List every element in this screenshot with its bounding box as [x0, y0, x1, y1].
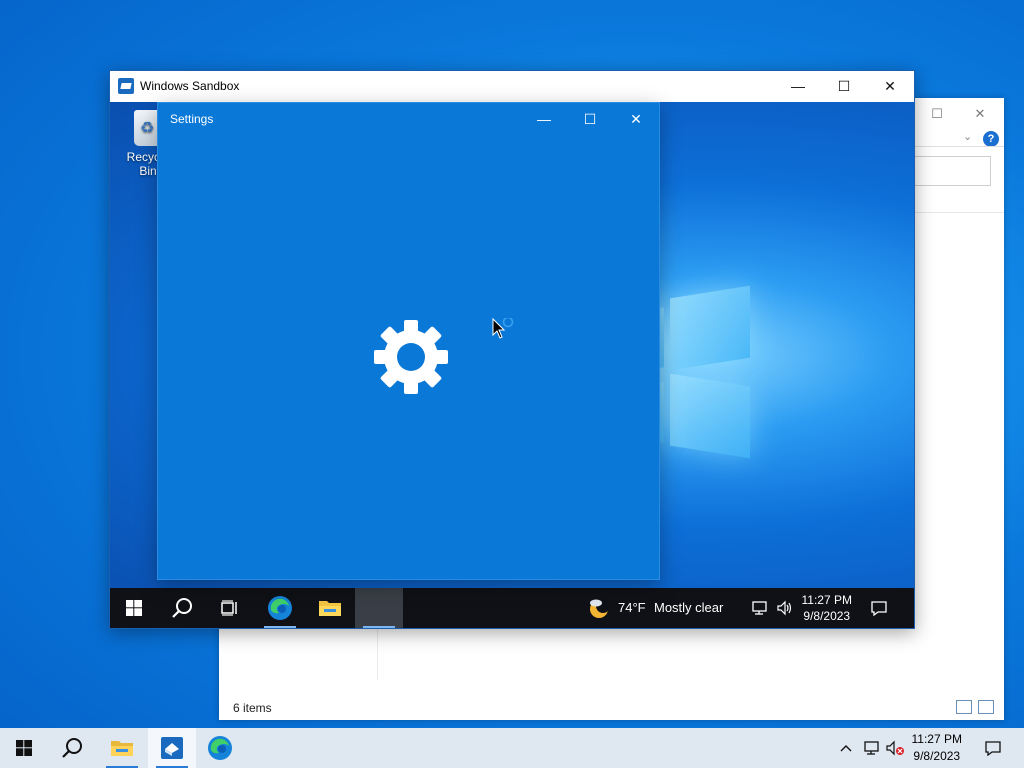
clock-time: 11:27 PM [911, 732, 962, 746]
settings-window: Settings — ☐ ✕ [157, 102, 660, 580]
help-icon[interactable]: ? [983, 131, 999, 147]
sandbox-icon [161, 737, 183, 759]
windows-logo-pane [670, 373, 750, 459]
busy-cursor-icon [492, 318, 514, 339]
search-icon [62, 738, 82, 758]
clock-date: 9/8/2023 [913, 749, 961, 763]
file-explorer-taskbar-button[interactable] [306, 588, 354, 628]
chevron-down-icon[interactable]: ⌄ [963, 130, 972, 143]
weather-condition[interactable]: Mostly clear [654, 600, 723, 615]
folder-icon [319, 601, 341, 616]
edge-taskbar-button[interactable] [196, 728, 244, 768]
windows-logo-pane [670, 285, 750, 371]
search-button[interactable] [158, 588, 206, 628]
edge-icon [208, 736, 232, 760]
network-monitor-icon [864, 741, 879, 755]
close-icon[interactable]: ✕ [962, 102, 998, 126]
details-view-icon[interactable] [956, 700, 972, 714]
weather-temperature[interactable]: 74°F [618, 600, 646, 615]
host-clock[interactable]: 11:27 PM 9/8/2023 [912, 731, 962, 765]
search-button[interactable] [48, 728, 96, 768]
status-bar-item-count: 6 items [233, 701, 272, 715]
network-icon[interactable] [858, 728, 884, 768]
sandbox-titlebar[interactable]: Windows Sandbox — ☐ ✕ [110, 71, 914, 102]
host-taskbar: 11:27 PM 9/8/2023 [0, 728, 1024, 768]
edge-icon [268, 596, 292, 620]
view-toggle [956, 700, 994, 714]
task-view-icon [221, 600, 237, 616]
start-button[interactable] [110, 588, 158, 628]
close-button[interactable]: ✕ [613, 103, 659, 135]
edge-taskbar-button[interactable] [256, 588, 304, 628]
minimize-button[interactable]: — [775, 71, 821, 102]
volume-muted-icon[interactable] [882, 728, 908, 768]
windows-logo-icon [16, 740, 32, 756]
show-hidden-icons-button[interactable] [834, 728, 858, 768]
clock-time: 11:27 PM [801, 593, 852, 607]
notification-icon [985, 741, 1001, 756]
network-icon[interactable] [746, 588, 772, 628]
speaker-muted-icon [886, 740, 904, 756]
speaker-icon [777, 600, 792, 616]
volume-icon[interactable] [772, 588, 798, 628]
search-input[interactable] [905, 156, 991, 186]
weather-widget-icon[interactable] [584, 588, 614, 628]
windows-logo-icon [126, 600, 142, 616]
sandbox-icon [118, 78, 134, 94]
windows-sandbox-taskbar-button[interactable] [148, 728, 196, 768]
folder-icon [111, 741, 133, 756]
sandbox-clock[interactable]: 11:27 PM 9/8/2023 [802, 592, 852, 624]
maximize-button[interactable]: ☐ [567, 103, 613, 135]
gear-icon [374, 320, 448, 394]
sandbox-taskbar: 74°F Mostly clear 11:27 PM 9/8/2023 [110, 588, 914, 628]
action-center-button[interactable] [854, 588, 904, 628]
file-explorer-taskbar-button[interactable] [98, 728, 146, 768]
settings-taskbar-button[interactable] [355, 588, 403, 628]
close-button[interactable]: ✕ [867, 71, 913, 102]
large-icons-view-icon[interactable] [978, 700, 994, 714]
action-center-button[interactable] [968, 728, 1018, 768]
moon-cloud-icon [590, 599, 610, 618]
search-icon [172, 598, 192, 618]
settings-title: Settings [170, 112, 214, 126]
maximize-icon[interactable]: ☐ [919, 102, 955, 126]
notification-icon [871, 601, 887, 616]
window-title: Windows Sandbox [140, 79, 240, 93]
network-monitor-icon [752, 601, 767, 615]
clock-date: 9/8/2023 [803, 609, 851, 623]
minimize-button[interactable]: — [521, 103, 567, 135]
task-view-button[interactable] [206, 588, 254, 628]
start-button[interactable] [0, 728, 48, 768]
maximize-button[interactable]: ☐ [821, 71, 867, 102]
chevron-up-icon [840, 745, 852, 752]
